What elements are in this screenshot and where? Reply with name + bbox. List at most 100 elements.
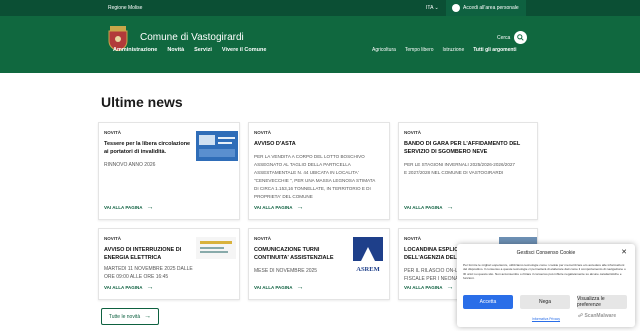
card-title-line: ai portatori di invalidità. [104, 148, 167, 155]
consent-title: Gestisci Consenso Cookie [516, 250, 576, 256]
nav-item-vivere[interactable]: Vivere il Comune [222, 47, 267, 53]
arrow-right-icon: → [446, 284, 454, 291]
card-link-label: VAI ALLA PAGINA [254, 285, 293, 290]
topic-tempo-libero[interactable]: Tempo libero [405, 47, 434, 53]
card-link[interactable]: VAI ALLA PAGINA → [104, 284, 154, 291]
card-description: PER LE STAGIONI INVERNALI 2025/2026-2026… [404, 161, 515, 177]
card-desc-line: MESE DI NOVEMBRE 2025 [254, 268, 318, 274]
card-title-line: Tessere per la libera circolazione [104, 141, 191, 147]
card-tag: NOVITÀ [104, 236, 122, 241]
card-link-label: VAI ALLA PAGINA [404, 205, 443, 210]
shield-icon: ☍ [578, 313, 584, 319]
arrow-right-icon: → [146, 204, 154, 211]
news-card[interactable]: NOVITÀ Tessere per la libera circolazion… [98, 122, 240, 220]
card-desc-line: ASSESTAMENTALE N. 44 UBICATA IN LOCALITA… [254, 170, 359, 175]
card-description: MESE DI NOVEMBRE 2025 [254, 267, 317, 275]
section-title: Ultime news [101, 94, 183, 110]
nav-item-amministrazione[interactable]: Amministrazione [113, 47, 157, 53]
card-desc-line: ORE 09:00 ALLE ORE 16:45 [104, 274, 169, 280]
news-card[interactable]: NOVITÀ AVVISO DI INTERRUZIONE DI ENERGIA… [98, 228, 240, 300]
arrow-right-icon: → [144, 313, 152, 320]
nav-item-novita[interactable]: Novità [167, 47, 184, 53]
asrem-logo-mark [353, 237, 383, 261]
card-description: PER LA VENDITA A CORPO DEL LOTTO BOSCHIV… [254, 153, 375, 201]
card-link-label: VAI ALLA PAGINA [404, 285, 443, 290]
card-title[interactable]: LOCANDINA ESPLICA DELL'AGENZIA DELLE [404, 247, 464, 262]
deny-button[interactable]: Nega [520, 295, 570, 309]
search-label: Cerca [497, 35, 511, 41]
card-title-line: DELL'AGENZIA DELLE [404, 254, 464, 261]
all-news-button[interactable]: Tutte le novità → [101, 308, 159, 325]
card-link[interactable]: VAI ALLA PAGINA → [104, 204, 154, 211]
card-title[interactable]: COMUNICAZIONE TURNI CONTINUITA' ASSISTEN… [254, 247, 334, 262]
card-title[interactable]: AVVISO D'ASTA [254, 141, 296, 149]
card-tag: NOVITÀ [104, 130, 122, 135]
badge-label: ScanMalware [584, 313, 617, 319]
arrow-right-icon: → [446, 204, 454, 211]
card-desc-line: MARTEDI 11 NOVEMBRE 2025 DALLE [104, 266, 193, 272]
card-title-line: SERVIZIO DI SGOMBERO NEVE [404, 148, 488, 155]
card-title-line: ENERGIA ELETTRICA [104, 254, 162, 261]
card-link-label: VAI ALLA PAGINA [254, 205, 293, 210]
user-icon [452, 4, 460, 12]
scanmalware-badge: ☍ ScanMalware [578, 313, 616, 319]
chevron-down-icon: ⌄ [434, 5, 439, 11]
card-link-label: VAI ALLA PAGINA [104, 285, 143, 290]
asrem-logo: ASREM [353, 237, 383, 273]
topics-navigation: Agricoltura Tempo libero Istruzione Tutt… [372, 47, 516, 53]
topic-istruzione[interactable]: Istruzione [443, 47, 465, 53]
news-card[interactable]: NOVITÀ COMUNICAZIONE TURNI CONTINUITA' A… [248, 228, 390, 300]
site-title[interactable]: Comune di Vastogirardi [140, 32, 244, 43]
card-desc-line: DI CIRCA 1.153,16 TONNELLATE, IN TERRITO… [254, 186, 371, 191]
card-description: RINNOVO ANNO 2026 [104, 161, 155, 169]
card-title-line: COMUNICAZIONE TURNI [254, 247, 320, 253]
card-tag: NOVITÀ [404, 130, 422, 135]
arrow-right-icon: → [146, 284, 154, 291]
card-description: MARTEDI 11 NOVEMBRE 2025 DALLE ORE 09:00… [104, 265, 193, 281]
card-title[interactable]: Tessere per la libera circolazione ai po… [104, 141, 194, 156]
card-title-line: CONTINUITA' ASSISTENZIALE [254, 254, 334, 261]
card-desc-line: PER LE STAGIONI INVERNALI 2025/2026-2026… [404, 162, 515, 167]
card-desc-line: PER IL RILASCIO ON-LIN [404, 268, 463, 274]
all-news-label: Tutte le novità [108, 313, 141, 320]
card-desc-line: PER LA VENDITA A CORPO DEL LOTTO BOSCHIV… [254, 154, 365, 159]
card-tag: NOVITÀ [254, 130, 272, 135]
card-link-label: VAI ALLA PAGINA [104, 205, 143, 210]
login-button[interactable]: Accedi all'area personale [446, 0, 526, 16]
card-desc-line: RINNOVO ANNO 2026 [104, 162, 156, 168]
card-desc-line: E 2027/2028 NEL COMUNE DI VASTOGIRARDI [404, 170, 504, 175]
search-icon [517, 34, 524, 41]
card-desc-line: FISCALE PER I NEONAT [404, 276, 462, 282]
topic-all[interactable]: Tutti gli argomenti [473, 47, 516, 53]
header: Comune di Vastogirardi Cerca [0, 16, 640, 73]
card-desc-line: "CENEVECCHIE ", PER UNA MASSA LEGNOSA ST… [254, 178, 376, 183]
card-title-line: BANDO DI GARA PER L'AFFIDAMENTO DEL [404, 141, 521, 147]
search-button[interactable] [514, 31, 527, 44]
card-title-line: LOCANDINA ESPLICA [404, 247, 463, 253]
card-thumbnail-image [196, 237, 236, 259]
card-link[interactable]: VAI ALLA PAGINA → [254, 284, 304, 291]
card-link[interactable]: VAI ALLA PAGINA → [404, 284, 454, 291]
language-label: ITA [426, 5, 434, 11]
card-desc-line: PROPRIETA' DEL COMUNE [254, 194, 313, 199]
consent-text: Per fornire le migliori esperienze, util… [463, 263, 626, 280]
card-link[interactable]: VAI ALLA PAGINA → [404, 204, 454, 211]
close-icon[interactable]: ✕ [621, 248, 627, 256]
arrow-right-icon: → [296, 204, 304, 211]
card-title[interactable]: BANDO DI GARA PER L'AFFIDAMENTO DEL SERV… [404, 141, 520, 156]
accept-button[interactable]: Accetta [463, 295, 513, 309]
region-link[interactable]: Regione Molise [108, 5, 142, 11]
preferences-button[interactable]: Visualizza le preferenze [577, 295, 627, 309]
card-title[interactable]: AVVISO DI INTERRUZIONE DI ENERGIA ELETTR… [104, 247, 181, 262]
card-title-line: AVVISO DI INTERRUZIONE DI [104, 247, 182, 253]
asrem-logo-text: ASREM [356, 266, 380, 273]
card-description: PER IL RILASCIO ON-LIN FISCALE PER I NEO… [404, 267, 463, 283]
news-card[interactable]: NOVITÀ BANDO DI GARA PER L'AFFIDAMENTO D… [398, 122, 538, 220]
card-link[interactable]: VAI ALLA PAGINA → [254, 204, 304, 211]
nav-item-servizi[interactable]: Servizi [194, 47, 212, 53]
top-bar: Regione Molise ITA ⌄ Accedi all'area per… [0, 0, 640, 16]
topic-agricoltura[interactable]: Agricoltura [372, 47, 396, 53]
login-label: Accedi all'area personale [463, 5, 519, 11]
language-selector[interactable]: ITA ⌄ [426, 5, 439, 11]
news-card[interactable]: NOVITÀ AVVISO D'ASTA PER LA VENDITA A CO… [248, 122, 390, 220]
